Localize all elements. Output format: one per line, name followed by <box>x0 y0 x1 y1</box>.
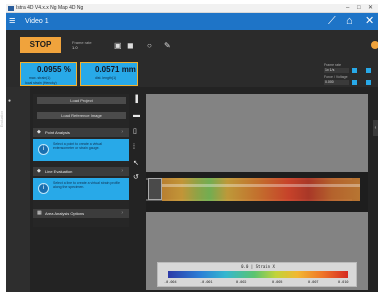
info-icon: i <box>38 183 49 194</box>
strain-value: 0.0955 % <box>37 65 71 74</box>
right-field-label-2: Force / Voltage <box>324 75 348 79</box>
pencil-icon[interactable]: ✎ <box>164 41 171 50</box>
set-button-3[interactable] <box>366 68 371 73</box>
area-analysis-header[interactable]: ▦ Area Analysis Options › <box>33 209 129 218</box>
legend-tick: 0.002 <box>236 280 247 284</box>
grip-left <box>148 178 162 200</box>
window-titlebar: Istra 4D V4.x.x Ng Map 4D Ng – □ ✕ <box>6 4 378 13</box>
cursor-icon[interactable]: ↖ <box>133 160 139 168</box>
legend-tick: 0.005 <box>272 280 283 284</box>
app-window: Istra 4D V4.x.x Ng Map 4D Ng – □ ✕ ≡ Vid… <box>0 0 378 292</box>
line-evaluation-info: i Select a line to create a virtual stra… <box>33 178 129 200</box>
right-field-value-1[interactable]: 1x 1/s <box>324 68 349 73</box>
status-indicator-icon <box>371 41 378 49</box>
set-button-1[interactable] <box>352 68 357 73</box>
evaluation-panel: Load Project Load Reference Image ◆ Poin… <box>33 94 129 227</box>
frame-rate-field[interactable]: 1.0 <box>72 45 78 50</box>
stats-row: 0.0955 % max. strain(1) local strain (He… <box>6 60 378 87</box>
home-icon[interactable]: ⌂ <box>346 15 353 28</box>
line-icon: ◆ <box>37 168 41 174</box>
image-viewer[interactable] <box>146 94 368 290</box>
evaluation-tab-label[interactable]: Evaluation <box>0 111 4 127</box>
point-analysis-header[interactable]: ◆ Point Analysis › <box>33 128 129 137</box>
legend-title: 0.0 | Strain X <box>241 264 275 269</box>
set-button-4[interactable] <box>366 80 371 85</box>
legend-tick: 0.007 <box>308 280 319 284</box>
section-title: Line Evaluation <box>45 169 73 174</box>
legend-tick: -0.004 <box>164 280 177 284</box>
app-logo-icon <box>8 6 14 11</box>
window-title: Istra 4D V4.x.x Ng Map 4D Ng <box>16 5 84 11</box>
tools-icon[interactable]: ✕ <box>365 15 374 28</box>
legend-tick: -0.001 <box>200 280 213 284</box>
vertical-toolbar: ▐ ▬ ▯ ⁞ ↖ ↺ <box>131 94 144 224</box>
record-icon[interactable]: ◼ <box>127 41 134 50</box>
strain-card[interactable]: 0.0955 % max. strain(1) local strain (He… <box>20 62 77 86</box>
distance-value: 0.0571 mm <box>95 65 136 74</box>
ruler-icon[interactable]: ⟋ <box>328 15 336 28</box>
monitor-icon[interactable]: ▐ <box>133 96 138 104</box>
point-icon: ◆ <box>37 129 41 135</box>
load-reference-button[interactable]: Load Reference Image <box>37 112 126 119</box>
overlay-highlight <box>162 184 360 187</box>
expand-icon[interactable]: › <box>121 210 123 217</box>
distance-label: dist. length(1) <box>95 76 117 80</box>
right-field-value-2[interactable]: 0.000 <box>324 80 349 85</box>
expand-icon[interactable]: › <box>121 168 123 175</box>
point-analysis-info: i Select a point to create a virtual ext… <box>33 139 129 161</box>
section-title: Point Analysis <box>45 130 70 135</box>
area-icon: ▦ <box>37 210 42 216</box>
strain-legend: 0.0 | Strain X -0.004 -0.001 0.002 0.005… <box>157 262 357 287</box>
collapse-icon[interactable]: ● <box>8 99 13 104</box>
right-panel-toggle-icon[interactable]: ‹ <box>373 120 378 136</box>
strain-label: max. strain(1) <box>29 76 51 80</box>
info-text: Select a point to create a virtual exten… <box>53 142 103 151</box>
grid-icon[interactable]: ⁞ <box>133 144 135 152</box>
info-text: Select a line to create a virtual strain… <box>53 181 120 190</box>
note-icon[interactable]: ▬ <box>133 112 140 120</box>
maximize-icon[interactable]: □ <box>357 4 361 12</box>
section-title: Area Analysis Options <box>45 211 85 216</box>
view-title: Video 1 <box>25 18 49 25</box>
app-bar: ≡ Video 1 ⟋ ⌂ ✕ <box>6 13 378 30</box>
strain-overlay <box>162 178 360 201</box>
load-project-button[interactable]: Load Project <box>37 97 126 104</box>
minimize-icon[interactable]: – <box>346 4 349 12</box>
strain-sublabel: local strain (Hencky) <box>25 81 57 85</box>
hamburger-icon[interactable]: ≡ <box>9 15 15 28</box>
close-icon[interactable]: ✕ <box>368 4 373 12</box>
camera-icon[interactable]: ▣ <box>114 41 122 50</box>
line-evaluation-header[interactable]: ◆ Line Evaluation › <box>33 167 129 176</box>
settings-icon[interactable]: ○ <box>147 41 152 50</box>
legend-colorbar <box>168 271 348 278</box>
undo-icon[interactable]: ↺ <box>133 174 139 182</box>
info-icon: i <box>38 144 49 155</box>
stop-button[interactable]: STOP <box>20 37 61 53</box>
control-toolbar: STOP Frame rate 1.0 ▣ ◼ ○ ✎ <box>6 30 378 60</box>
left-strip: ● Evaluation <box>0 87 30 292</box>
right-field-label-1: Frame rate <box>324 63 342 67</box>
expand-icon[interactable]: › <box>121 129 123 136</box>
distance-card[interactable]: 0.0571 mm dist. length(1) <box>80 62 138 86</box>
set-button-2[interactable] <box>352 80 357 85</box>
legend-tick: 0.010 <box>338 280 349 284</box>
phone-icon[interactable]: ▯ <box>133 128 137 136</box>
